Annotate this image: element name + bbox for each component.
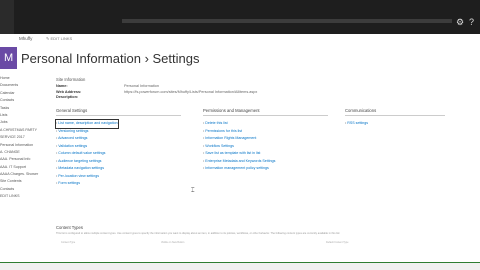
quick-launch-item[interactable]: Tasks xyxy=(0,105,50,112)
settings-link[interactable]: List name, description and navigation xyxy=(55,119,119,129)
settings-link[interactable]: Validation settings xyxy=(56,143,181,151)
quick-launch-item[interactable]: Contacts xyxy=(0,186,50,193)
quick-launch-item[interactable]: Home xyxy=(0,75,50,82)
top-nav-site-link[interactable]: Mhuffy xyxy=(19,36,32,41)
suite-bar: ⚙ ? xyxy=(0,0,480,34)
quick-launch-item[interactable]: Calendar xyxy=(0,90,50,97)
quick-launch-edit-links[interactable]: EDIT LINKS xyxy=(0,193,50,200)
settings-link[interactable]: Workflow Settings xyxy=(203,143,328,151)
content-types-column: Content Type xyxy=(61,241,76,244)
quick-launch-item[interactable]: A. CHANGE xyxy=(0,149,50,156)
quick-launch-item[interactable]: AAA. Personal Info xyxy=(0,156,50,163)
general-settings-section: General Settings List name, description … xyxy=(55,108,181,188)
settings-link[interactable]: Enterprise Metadata and Keywords Setting… xyxy=(203,158,328,166)
quick-launch-item[interactable]: AAAA Charges. Shower xyxy=(0,171,50,178)
page-title: Personal Information › Settings xyxy=(21,51,200,66)
settings-link[interactable]: Form settings xyxy=(56,180,181,188)
settings-link[interactable]: Advanced settings xyxy=(56,135,181,143)
mouse-cursor-icon: ⌶ xyxy=(191,188,195,194)
app-launcher-button[interactable] xyxy=(0,0,14,34)
quick-launch-item[interactable]: Lists xyxy=(0,112,50,119)
settings-link[interactable]: Versioning settings xyxy=(56,128,181,136)
permissions-header: Permissions and Management xyxy=(203,108,328,116)
top-nav: Mhuffy ✎ EDIT LINKS xyxy=(0,35,480,46)
settings-link[interactable]: Audience targeting settings xyxy=(56,158,181,166)
settings-link[interactable]: Information Rights Management xyxy=(203,135,328,143)
content-types-table-header: Content Type Visible on New Button Defau… xyxy=(56,241,456,245)
settings-link[interactable]: Delete this list xyxy=(203,120,328,128)
communications-header: Communications xyxy=(345,108,445,116)
edit-links-button[interactable]: ✎ EDIT LINKS xyxy=(46,36,72,41)
quick-launch-item[interactable]: Documents xyxy=(0,82,50,89)
site-information-header: Site Information xyxy=(56,77,86,82)
content-types-title: Content Types xyxy=(56,225,83,230)
settings-link[interactable]: Information management policy settings xyxy=(203,165,328,173)
quick-launch-item[interactable]: Jobs xyxy=(0,119,50,126)
settings-link[interactable]: Metadata navigation settings xyxy=(56,165,181,173)
quick-launch-item[interactable]: SERVICE 2017 xyxy=(0,134,50,141)
settings-link[interactable]: Save list as template with list in list xyxy=(203,150,328,158)
site-logo[interactable]: M xyxy=(0,47,17,69)
content-types-description: This list is configured to allow multipl… xyxy=(56,232,341,235)
quick-launch-item[interactable]: Site Contents xyxy=(0,178,50,185)
quick-launch-item[interactable]: AAA. IT Support xyxy=(0,164,50,171)
help-icon[interactable]: ? xyxy=(469,17,474,27)
settings-link[interactable]: Per-location view settings xyxy=(56,173,181,181)
permissions-section: Permissions and Management Delete this l… xyxy=(203,108,328,173)
settings-link[interactable]: Permissions for this list xyxy=(203,128,328,136)
suite-bar-address-strip xyxy=(122,19,452,23)
site-info-row: Description: xyxy=(56,95,296,101)
quick-launch-item[interactable]: Contacts xyxy=(0,97,50,104)
communications-section: Communications RSS settings xyxy=(345,108,445,128)
settings-link[interactable]: Column default value settings xyxy=(56,150,181,158)
quick-launch-item[interactable]: Personal Information xyxy=(0,142,50,149)
site-information: Site Information Name: Personal Informat… xyxy=(56,77,296,101)
quick-launch-item[interactable]: A CHRISTMAS PARTY xyxy=(0,127,50,134)
site-info-label: Description: xyxy=(56,95,79,100)
content-types-column: Default Content Type xyxy=(326,241,349,244)
settings-link[interactable]: RSS settings xyxy=(345,120,445,128)
general-settings-header: General Settings xyxy=(56,108,181,116)
content-types-column: Visible on New Button xyxy=(161,241,185,244)
gear-icon[interactable]: ⚙ xyxy=(456,17,464,27)
taskbar xyxy=(0,262,480,270)
quick-launch: Home Documents Calendar Contacts Tasks L… xyxy=(0,75,50,201)
